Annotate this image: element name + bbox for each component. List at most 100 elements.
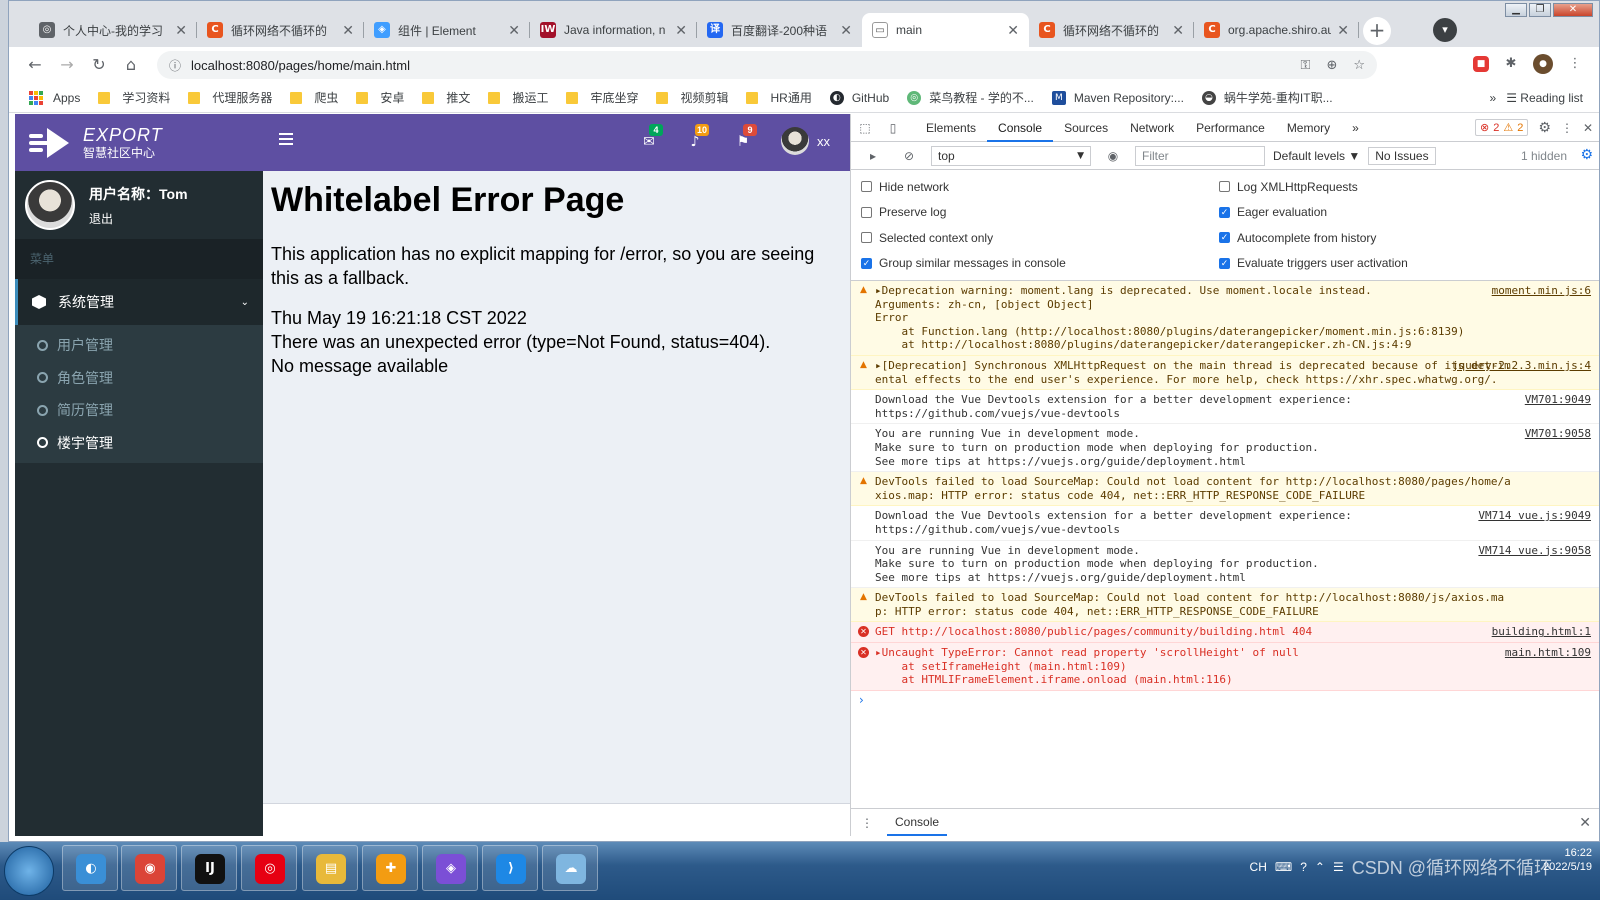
new-tab-button[interactable]: +	[1363, 17, 1391, 45]
context-select[interactable]: top ▼	[931, 145, 1091, 166]
bookmark-0[interactable]: Apps	[29, 90, 80, 105]
setting-evaluate-triggers-user-activation[interactable]: ✓ Evaluate triggers user activation	[1219, 251, 1579, 277]
tab-close-icon[interactable]: ✕	[508, 22, 520, 39]
bookmark-5[interactable]: 推文	[422, 89, 470, 106]
checkbox[interactable]: ✓	[1219, 232, 1230, 244]
tab-1[interactable]: C 循环网络不循环的 ✕	[197, 13, 364, 47]
checkbox[interactable]: ✓	[861, 257, 872, 269]
system-management-menu[interactable]: 系统管理 ⌄	[15, 279, 263, 325]
inspect-icon[interactable]: ⬚	[857, 120, 873, 136]
bookmark-13[interactable]: ◒ 蜗牛学苑-重构IT职...	[1201, 89, 1333, 106]
taskbar-app-7[interactable]: ⟩	[482, 845, 538, 891]
tab-3[interactable]: IW Java information, n ✕	[530, 13, 697, 47]
clock[interactable]: 16:22 2022/5/19	[1543, 846, 1592, 874]
issue-counts[interactable]: ⊗ 2 ⚠ 2	[1475, 119, 1529, 136]
checkbox[interactable]	[861, 181, 872, 193]
devtools-tab-performance[interactable]: Performance	[1185, 114, 1276, 142]
submenu-item-2[interactable]: 简历管理	[15, 394, 263, 427]
tab-close-icon[interactable]: ✕	[840, 22, 852, 39]
tab-search-icon[interactable]: ▾	[1433, 18, 1457, 42]
clear-console-icon[interactable]: ⊘	[901, 148, 917, 164]
console-message-warn[interactable]: ▲ DevTools failed to load SourceMap: Coul…	[851, 472, 1599, 507]
bookmark-1[interactable]: 学习资料	[98, 89, 170, 106]
puzzle-icon[interactable]: ✱	[1501, 54, 1521, 74]
bookmark-9[interactable]: HR通用	[746, 89, 812, 106]
language-indicator[interactable]: CH	[1250, 860, 1267, 874]
issues-button[interactable]: No Issues	[1368, 146, 1436, 165]
tab-close-icon[interactable]: ✕	[342, 22, 354, 39]
close-window-button[interactable]: ✕	[1553, 3, 1593, 17]
checkbox[interactable]: ✓	[1219, 257, 1230, 269]
hamburger-icon[interactable]	[279, 133, 293, 148]
devtools-tab-console[interactable]: Console	[987, 114, 1054, 142]
reload-button[interactable]: ↻	[87, 53, 111, 77]
setting-preserve-log[interactable]: Preserve log	[861, 200, 1219, 226]
tab-7[interactable]: Corg.apache.shiro.au ✕	[1194, 13, 1359, 47]
profile-avatar[interactable]: ●	[1533, 54, 1553, 74]
home-button[interactable]: ⌂	[119, 53, 143, 77]
drawer-close-icon[interactable]: ✕	[1579, 815, 1591, 831]
devtools-menu-icon[interactable]: ⋮	[1561, 121, 1573, 135]
message-source-link[interactable]: VM714 vue.js:9058	[1478, 544, 1591, 558]
keyboard-icon[interactable]: ⌨	[1275, 860, 1292, 874]
back-button[interactable]: ←	[23, 53, 47, 77]
bookmark-12[interactable]: M Maven Repository:...	[1051, 90, 1184, 105]
key-icon[interactable]: ⚿	[1301, 58, 1311, 73]
setting-selected-context-only[interactable]: Selected context only	[861, 225, 1219, 251]
message-source-link[interactable]: main.html:109	[1505, 646, 1591, 660]
devtools-more-tabs[interactable]: »	[1341, 114, 1370, 142]
console-message-info[interactable]: Download the Vue Devtools extension for …	[851, 506, 1599, 541]
tab-2[interactable]: ◈ 组件 | Element ✕	[364, 13, 530, 47]
console-message-info[interactable]: You are running Vue in development mode.…	[851, 541, 1599, 589]
minimize-button[interactable]: ▁	[1505, 3, 1527, 17]
devtools-tab-network[interactable]: Network	[1119, 114, 1185, 142]
forward-button[interactable]: →	[55, 53, 79, 77]
taskbar-app-0[interactable]: ◐	[62, 845, 118, 891]
chrome-menu-icon[interactable]: ⋮	[1565, 54, 1585, 74]
taskbar-app-5[interactable]: ✚	[362, 845, 418, 891]
checkbox[interactable]: ✓	[1219, 206, 1230, 218]
bookmark-star-icon[interactable]: ☆	[1353, 58, 1365, 73]
setting-log-xmlhttprequests[interactable]: Log XMLHttpRequests	[1219, 174, 1579, 200]
bookmark-4[interactable]: 安卓	[356, 89, 404, 106]
setting-group-similar-messages-in-console[interactable]: ✓ Group similar messages in console	[861, 251, 1219, 277]
tray-expand-icon[interactable]: ⌃	[1315, 860, 1325, 874]
submenu-item-0[interactable]: 用户管理	[15, 329, 263, 362]
console-message-info[interactable]: You are running Vue in development mode.…	[851, 424, 1599, 473]
setting-eager-evaluation[interactable]: ✓ Eager evaluation	[1219, 200, 1579, 226]
device-toolbar-icon[interactable]: ▯	[885, 120, 901, 136]
logout-link[interactable]: 退出	[89, 210, 188, 227]
bookmark-11[interactable]: ◎ 菜鸟教程 - 学的不...	[907, 89, 1034, 106]
tab-5[interactable]: ▭ main ✕	[862, 13, 1029, 47]
bookmarks-overflow-icon[interactable]: »	[1490, 91, 1497, 105]
logo[interactable]: EXPORT 智慧社区中心	[15, 114, 263, 171]
tab-4[interactable]: 译百度翻译-200种语 ✕	[697, 13, 862, 47]
console-message-info[interactable]: Download the Vue Devtools extension for …	[851, 390, 1599, 425]
url-text[interactable]: localhost:8080/pages/home/main.html	[191, 58, 410, 73]
submenu-item-3[interactable]: 楼宇管理	[15, 427, 263, 460]
message-source-link[interactable]: VM714 vue.js:9049	[1478, 509, 1591, 523]
drawer-console-tab[interactable]: Console	[887, 809, 948, 836]
devtools-tab-sources[interactable]: Sources	[1053, 114, 1119, 142]
log-levels-dropdown[interactable]: Default levels ▼	[1273, 149, 1360, 163]
taskbar-app-3[interactable]: ◎	[241, 845, 297, 891]
flag-icon[interactable]: ⚑ 9	[733, 124, 757, 152]
filter-input[interactable]: Filter	[1135, 145, 1265, 166]
taskbar-app-6[interactable]: ◈	[422, 845, 478, 891]
sidebar-toggle-icon[interactable]: ▸	[865, 148, 881, 164]
message-source-link[interactable]: moment.min.js:6	[1492, 284, 1591, 298]
console-message-err[interactable]: ✕ ▸Uncaught TypeError: Cannot read proper…	[851, 643, 1599, 691]
console-prompt[interactable]: ›	[851, 691, 1599, 707]
bookmark-6[interactable]: 搬运工	[488, 89, 548, 106]
tab-6[interactable]: C 循环网络不循环的 ✕	[1029, 13, 1194, 47]
wifi-icon[interactable]: ☰	[1333, 860, 1344, 874]
top-username[interactable]: xx	[817, 134, 830, 149]
devtools-tab-memory[interactable]: Memory	[1276, 114, 1341, 142]
extension-icon[interactable]: ■	[1473, 56, 1489, 72]
console-message-err[interactable]: ✕ GET http://localhost:8080/public/pages/…	[851, 622, 1599, 644]
top-avatar[interactable]	[781, 127, 809, 155]
bookmark-10[interactable]: ◐ GitHub	[829, 90, 889, 105]
taskbar-app-8[interactable]: ☁	[542, 845, 598, 891]
console-settings-gear-icon[interactable]: ⚙	[1580, 147, 1593, 163]
message-source-link[interactable]: jquery-2.2.3.min.js:4	[1452, 359, 1591, 373]
